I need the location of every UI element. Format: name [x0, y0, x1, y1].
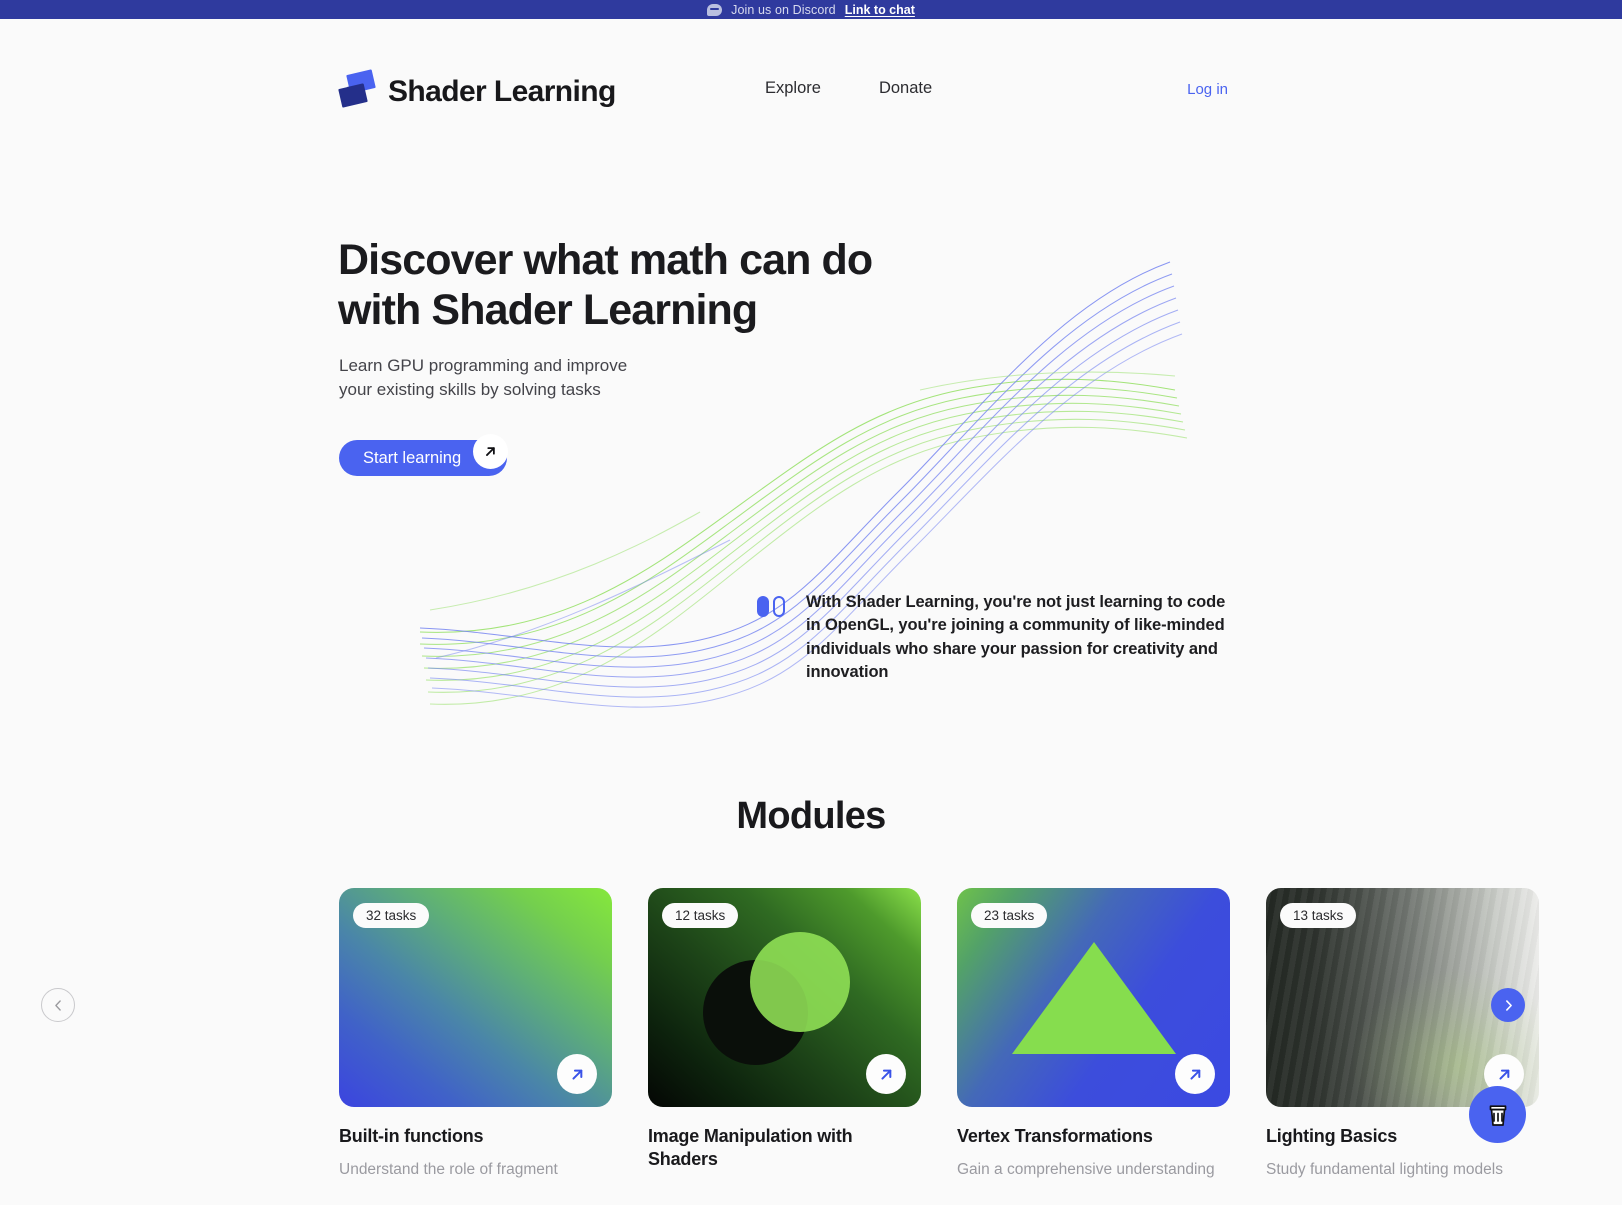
- module-description: Gain a comprehensive understanding: [957, 1161, 1215, 1178]
- module-title: Vertex Transformations: [957, 1126, 1153, 1146]
- triangle-shape: [1011, 942, 1176, 1054]
- discord-announcement-bar: Join us on Discord Link to chat: [0, 0, 1622, 19]
- quote-text: With Shader Learning, you're not just le…: [806, 593, 1226, 681]
- arrow-up-right-icon[interactable]: [866, 1054, 906, 1094]
- modules-carousel: 32 tasks Built-in functions Understand t…: [0, 888, 1622, 1205]
- module-title: Built-in functions: [339, 1126, 484, 1146]
- nav-item-donate[interactable]: Donate: [879, 79, 932, 98]
- brand-name: Shader Learning: [388, 75, 616, 108]
- quotation-mark-icon: [757, 596, 789, 618]
- chevron-right-icon: [1505, 999, 1512, 1011]
- discord-link[interactable]: Link to chat: [845, 3, 915, 17]
- carousel-next-button[interactable]: [1491, 988, 1525, 1022]
- task-count-badge: 23 tasks: [971, 903, 1048, 928]
- buy-me-a-coffee-button[interactable]: [1469, 1086, 1526, 1143]
- nav-item-explore[interactable]: Explore: [765, 79, 821, 98]
- carousel-prev-button[interactable]: [41, 988, 75, 1022]
- light-circle-shape: [750, 932, 850, 1032]
- chat-bubble-icon: [707, 3, 723, 16]
- module-description: Understand the role of fragment: [339, 1161, 558, 1178]
- module-card[interactable]: 32 tasks Built-in functions Understand t…: [339, 888, 612, 1182]
- modules-track: 32 tasks Built-in functions Understand t…: [339, 888, 1539, 1182]
- arrow-up-right-icon[interactable]: [1175, 1054, 1215, 1094]
- login-link[interactable]: Log in: [1187, 81, 1228, 98]
- testimonial-quote: With Shader Learning, you're not just le…: [757, 591, 1227, 684]
- module-card[interactable]: 12 tasks Image Manipulation with Shaders: [648, 888, 921, 1182]
- brand-logo[interactable]: Shader Learning: [338, 69, 616, 113]
- task-count-badge: 12 tasks: [662, 903, 739, 928]
- task-count-badge: 32 tasks: [353, 903, 430, 928]
- task-count-badge: 13 tasks: [1280, 903, 1357, 928]
- module-description: Study fundamental lighting models: [1266, 1161, 1503, 1178]
- main-nav: Explore Donate: [765, 79, 932, 98]
- site-header: Shader Learning Explore Donate Log in Si…: [0, 19, 1622, 109]
- discord-announcement-text: Join us on Discord: [731, 2, 836, 17]
- shader-learning-logo-icon: [338, 69, 376, 113]
- landing-page: Join us on Discord Link to chat Shader L…: [0, 0, 1622, 1205]
- module-thumbnail: 32 tasks: [339, 888, 612, 1107]
- chevron-left-icon: [54, 999, 61, 1011]
- module-card[interactable]: 23 tasks Vertex Transformations Gain a c…: [957, 888, 1230, 1182]
- module-thumbnail: 12 tasks: [648, 888, 921, 1107]
- modules-heading: Modules: [736, 795, 886, 837]
- coffee-cup-icon: [1489, 1104, 1506, 1126]
- arrow-up-right-icon[interactable]: [557, 1054, 597, 1094]
- module-title: Image Manipulation with Shaders: [648, 1126, 853, 1169]
- module-thumbnail: 23 tasks: [957, 888, 1230, 1107]
